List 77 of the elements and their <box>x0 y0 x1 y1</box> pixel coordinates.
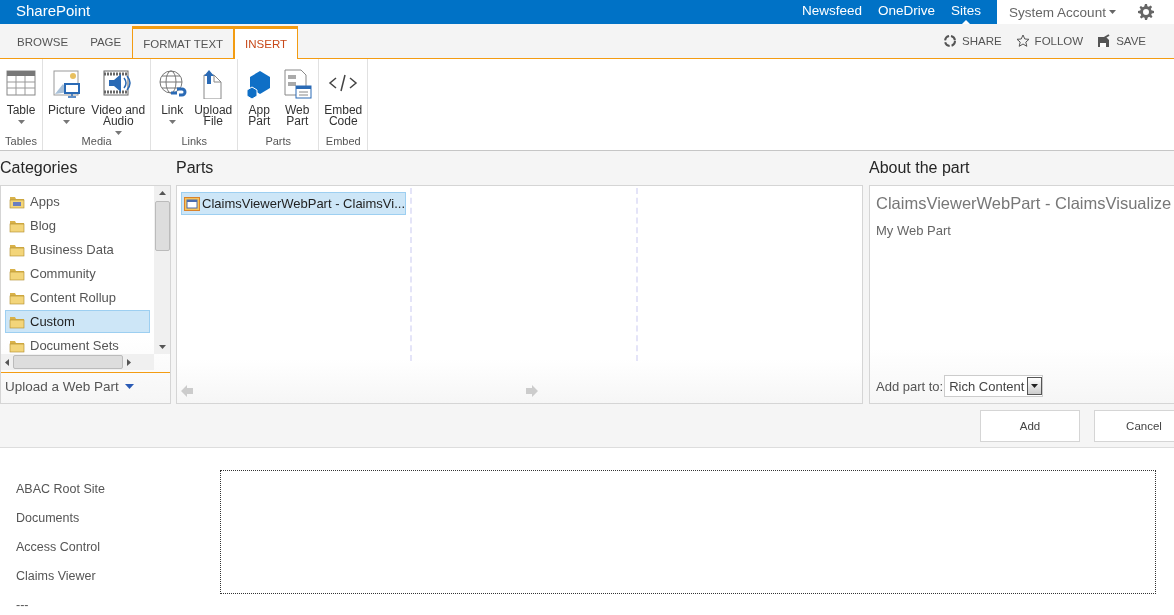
folder-icon <box>9 266 25 281</box>
scroll-left-icon[interactable] <box>5 358 9 366</box>
picture-icon <box>51 69 82 99</box>
ribbon-button[interactable]: Link <box>153 59 192 135</box>
ribbon-tab[interactable]: INSERT <box>234 26 299 59</box>
folder-icon <box>9 314 25 329</box>
group-label: Embed <box>324 135 362 149</box>
quick-launch-link[interactable]: Claims Viewer <box>16 569 220 598</box>
top-nav-link[interactable]: OneDrive <box>870 0 944 24</box>
upload-web-part-link[interactable]: Upload a Web Part <box>5 379 119 394</box>
caret-icon <box>17 120 25 124</box>
quick-launch-link[interactable]: --- <box>16 598 220 615</box>
ribbon-action-button[interactable]: FOLLOW <box>1015 34 1084 48</box>
caret-icon <box>1108 10 1116 14</box>
ribbon-button[interactable]: Web Part <box>278 59 317 135</box>
zone-dropdown[interactable]: Rich Content <box>944 375 1044 397</box>
dialog-button[interactable]: Add <box>980 410 1080 442</box>
group-label: Parts <box>264 135 293 149</box>
top-nav-link[interactable]: Sites <box>943 0 990 24</box>
share-icon <box>943 34 957 48</box>
dialog-button[interactable]: Cancel <box>1094 410 1174 442</box>
panel-heading: Categories <box>0 159 79 178</box>
web-part-icon <box>184 196 200 211</box>
add-part-label: Add part to: <box>876 378 944 394</box>
part-description: My Web Part <box>876 223 952 240</box>
caret-icon <box>114 131 122 135</box>
speaker-icon <box>103 69 134 99</box>
panel-heading: Parts <box>176 159 215 178</box>
folder-icon <box>9 338 25 353</box>
web-part-item[interactable]: ClaimsViewerWebPart - ClaimsVi... <box>181 192 406 215</box>
horizontal-scrollbar[interactable] <box>1 354 154 370</box>
category-item[interactable]: Document Sets <box>5 334 150 354</box>
group-label: Links <box>180 135 209 149</box>
ribbon-action-button[interactable]: SHARE <box>943 34 1002 48</box>
folder-icon <box>9 290 25 305</box>
group-label: Tables <box>4 135 38 149</box>
scroll-right-icon[interactable] <box>127 358 131 366</box>
account-menu[interactable]: System Account <box>1009 4 1116 20</box>
part-title: ClaimsViewerWebPart - ClaimsVisualize <box>876 194 1173 213</box>
category-item[interactable]: Business Data <box>5 238 150 261</box>
category-item[interactable]: Content Rollup <box>5 286 150 309</box>
scroll-up-icon[interactable] <box>158 191 166 195</box>
settings-icon[interactable] <box>1137 4 1154 20</box>
caret-icon <box>63 120 71 124</box>
quick-launch-link[interactable]: Access Control <box>16 540 220 569</box>
table-icon <box>6 69 36 99</box>
caret-icon <box>168 120 176 124</box>
folder-icon <box>9 242 25 257</box>
folder-icon <box>9 218 25 233</box>
ribbon-tab[interactable]: BROWSE <box>6 26 80 56</box>
ribbon-button[interactable]: App Part <box>240 59 279 135</box>
ribbon-button[interactable]: Embed Code <box>321 59 366 135</box>
top-nav-link[interactable]: Newsfeed <box>794 0 871 24</box>
caret-icon[interactable] <box>124 384 134 389</box>
web-part-icon <box>282 69 313 99</box>
category-item[interactable]: Custom <box>5 310 150 333</box>
group-label: Media <box>80 135 113 149</box>
ribbon-button[interactable]: Picture <box>45 59 89 135</box>
vertical-scrollbar[interactable] <box>154 186 170 354</box>
quick-launch-link[interactable]: Documents <box>16 511 220 540</box>
scroll-down-icon[interactable] <box>158 345 166 349</box>
brand-name[interactable]: SharePoint <box>0 0 794 24</box>
panel-heading: About the part <box>869 159 971 178</box>
ribbon-button[interactable]: Upload File <box>191 59 236 135</box>
save-icon <box>1097 34 1112 48</box>
category-item[interactable]: Blog <box>5 214 150 237</box>
quick-launch-link[interactable]: ABAC Root Site <box>16 482 220 511</box>
apps-folder-icon <box>9 194 25 209</box>
ribbon-action-button[interactable]: SAVE <box>1097 34 1146 48</box>
ribbon-button[interactable]: Table <box>2 59 40 135</box>
category-item[interactable]: Community <box>5 262 150 285</box>
caret-icon <box>1031 384 1039 388</box>
ribbon-tab[interactable]: PAGE <box>79 26 133 56</box>
ribbon-button[interactable]: Video and Audio <box>88 59 149 135</box>
category-item[interactable]: Apps <box>5 190 150 213</box>
globe-link-icon <box>157 69 188 99</box>
follow-icon <box>1015 34 1030 48</box>
